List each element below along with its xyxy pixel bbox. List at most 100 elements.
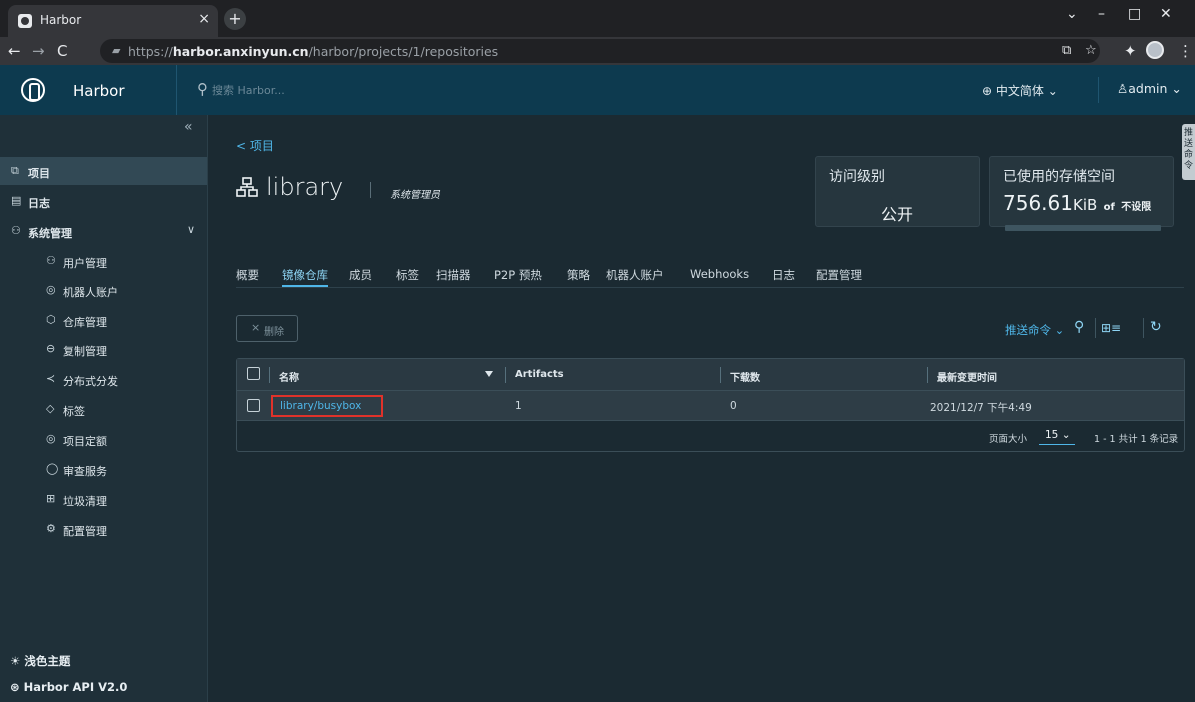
maximize-icon[interactable]: □: [1128, 6, 1141, 22]
shield-icon: ◯: [46, 462, 59, 475]
project-role: 系统管理员: [390, 190, 440, 201]
sidebar-item-label: 用户管理: [63, 257, 107, 270]
search-input[interactable]: [212, 81, 412, 99]
quota-icon: ◎: [46, 432, 56, 445]
tab-search-icon[interactable]: ⌄: [1066, 6, 1078, 22]
sidebar-item-replications[interactable]: ⊖ 复制管理: [0, 335, 207, 363]
share-icon[interactable]: ⧉: [1062, 43, 1071, 58]
delete-button[interactable]: × 删除: [236, 315, 298, 342]
storage-value: 756.61KiB of 不设限: [1003, 191, 1152, 215]
table-header: 名称 Artifacts 下载数 最新变更时间: [237, 359, 1184, 391]
language-selector[interactable]: ⊕ 中文简体 ⌄: [982, 82, 1058, 99]
sidebar-item-registries[interactable]: ⬡ 仓库管理: [0, 306, 207, 334]
push-command-dropdown[interactable]: 推送命令 ⌄: [1005, 322, 1064, 338]
column-header-artifacts[interactable]: Artifacts: [515, 369, 564, 380]
lock-icon[interactable]: ▰: [112, 44, 120, 57]
tab-policy[interactable]: 策略: [567, 267, 590, 283]
column-header-updated[interactable]: 最新变更时间: [937, 369, 997, 384]
close-window-icon[interactable]: ✕: [1160, 6, 1172, 22]
tab-webhooks[interactable]: Webhooks: [690, 267, 749, 281]
sidebar-item-distribution[interactable]: ≺ 分布式分发: [0, 365, 207, 393]
user-icon: ♙: [1117, 81, 1129, 96]
bookmark-star-icon[interactable]: ☆: [1085, 43, 1097, 58]
search-icon[interactable]: ⚲: [1074, 319, 1084, 335]
collapse-sidebar-icon[interactable]: «: [184, 119, 193, 135]
share-icon: ≺: [46, 372, 56, 385]
extensions-icon[interactable]: ✦: [1124, 42, 1137, 60]
header-divider: [1098, 77, 1099, 103]
reload-icon[interactable]: C: [57, 42, 67, 60]
sidebar-item-admin[interactable]: ⚇ 系统管理 ∨: [0, 217, 207, 245]
header-divider: [176, 65, 177, 115]
tab-members[interactable]: 成员: [349, 267, 372, 283]
sidebar-item-label: 标签: [63, 405, 85, 418]
title-divider: [370, 182, 371, 198]
filter-icon[interactable]: [485, 371, 493, 377]
card-view-icon[interactable]: ⊞≡: [1101, 321, 1121, 335]
sidebar-item-labels[interactable]: ◇ 标签: [0, 395, 207, 423]
sidebar-item-robot-accounts[interactable]: ◎ 机器人账户: [0, 276, 207, 304]
table-row[interactable]: library/busybox 1 0 2021/12/7 下午4:49: [237, 391, 1184, 421]
tab-logs[interactable]: 日志: [772, 267, 795, 283]
select-all-checkbox[interactable]: [247, 367, 260, 380]
api-link[interactable]: ⊛ Harbor API V2.0: [10, 680, 127, 694]
sidebar-item-quotas[interactable]: ◎ 项目定额: [0, 425, 207, 453]
tab-summary[interactable]: 概要: [236, 267, 259, 283]
url-omnibox[interactable]: ▰ https://harbor.anxinyun.cn/harbor/proj…: [100, 39, 1100, 63]
storage-title: 已使用的存储空间: [1003, 169, 1115, 185]
new-tab-button[interactable]: +: [224, 8, 246, 30]
sidebar-item-interrogation[interactable]: ◯ 审查服务: [0, 455, 207, 483]
column-header-name[interactable]: 名称: [279, 369, 299, 384]
minimize-icon[interactable]: –: [1098, 6, 1105, 22]
sidebar-item-label: 日志: [28, 197, 50, 210]
sidebar-item-label: 机器人账户: [63, 286, 118, 299]
tab-configuration[interactable]: 配置管理: [816, 267, 862, 283]
sidebar-item-label: 配置管理: [63, 525, 107, 538]
row-checkbox[interactable]: [247, 399, 260, 412]
forward-arrow-icon[interactable]: →: [32, 42, 45, 60]
tab-scanner[interactable]: 扫描器: [436, 267, 471, 283]
column-header-downloads[interactable]: 下载数: [730, 369, 760, 384]
user-menu[interactable]: ♙admin ⌄: [1117, 81, 1182, 96]
sidebar-item-logs[interactable]: ▤ 日志: [0, 187, 207, 215]
chrome-menu-icon[interactable]: ⋮: [1178, 42, 1193, 60]
globe-icon: ⊕: [982, 84, 996, 98]
access-level-card: 访问级别 公开: [815, 156, 980, 227]
browser-tab[interactable]: Harbor ×: [8, 5, 218, 37]
harbor-logo-icon[interactable]: [21, 78, 45, 102]
sidebar-item-label: 项目: [28, 167, 50, 180]
chevron-down-icon: ⌄: [1043, 84, 1058, 98]
sidebar-item-users[interactable]: ⚇ 用户管理: [0, 247, 207, 275]
column-separator: [720, 367, 721, 383]
browser-profile-avatar[interactable]: [1146, 41, 1164, 59]
page-size-select[interactable]: 15 ⌄: [1039, 429, 1075, 445]
back-to-projects-link[interactable]: < 项目: [236, 137, 274, 154]
settings-icon: ⚙: [46, 522, 56, 535]
address-bar: ← → C ▰ https://harbor.anxinyun.cn/harbo…: [0, 37, 1195, 65]
sidebar-item-gc[interactable]: ⊞ 垃圾清理: [0, 485, 207, 513]
app-header: Harbor ⚲ ⊕ 中文简体 ⌄ ♙admin ⌄: [0, 65, 1195, 115]
tab-robot-accounts[interactable]: 机器人账户: [606, 267, 664, 283]
access-level-value: 公开: [881, 205, 914, 224]
theme-toggle[interactable]: ☀ 浅色主题: [10, 653, 70, 669]
refresh-icon[interactable]: ↻: [1150, 319, 1162, 335]
close-icon: ×: [251, 321, 261, 334]
download-count: 0: [730, 400, 737, 412]
column-separator: [505, 367, 506, 383]
tab-repositories[interactable]: 镜像仓库: [282, 267, 328, 283]
search-icon: ⚲: [197, 80, 208, 98]
sidebar: « ⧉ 项目 ▤ 日志 ⚇ 系统管理 ∨ ⚇ 用户管理 ◎ 机器人账户 ⬡ 仓库…: [0, 115, 208, 702]
pagination-summary: 1 - 1 共计 1 条记录: [1094, 434, 1179, 445]
sidebar-item-label: 系统管理: [28, 227, 72, 240]
sidebar-item-configuration[interactable]: ⚙ 配置管理: [0, 515, 207, 543]
sidebar-item-projects[interactable]: ⧉ 项目: [0, 157, 207, 185]
push-command-side-tab[interactable]: 推送命令: [1182, 124, 1195, 180]
app-brand[interactable]: Harbor: [73, 82, 125, 100]
tab-p2p-preheat[interactable]: P2P 预热: [494, 267, 542, 283]
column-separator: [269, 367, 270, 383]
tab-labels[interactable]: 标签: [396, 267, 419, 283]
back-arrow-icon[interactable]: ←: [8, 42, 21, 60]
repository-link[interactable]: library/busybox: [271, 395, 383, 417]
url-text[interactable]: https://harbor.anxinyun.cn/harbor/projec…: [128, 44, 498, 59]
close-tab-icon[interactable]: ×: [198, 11, 210, 27]
